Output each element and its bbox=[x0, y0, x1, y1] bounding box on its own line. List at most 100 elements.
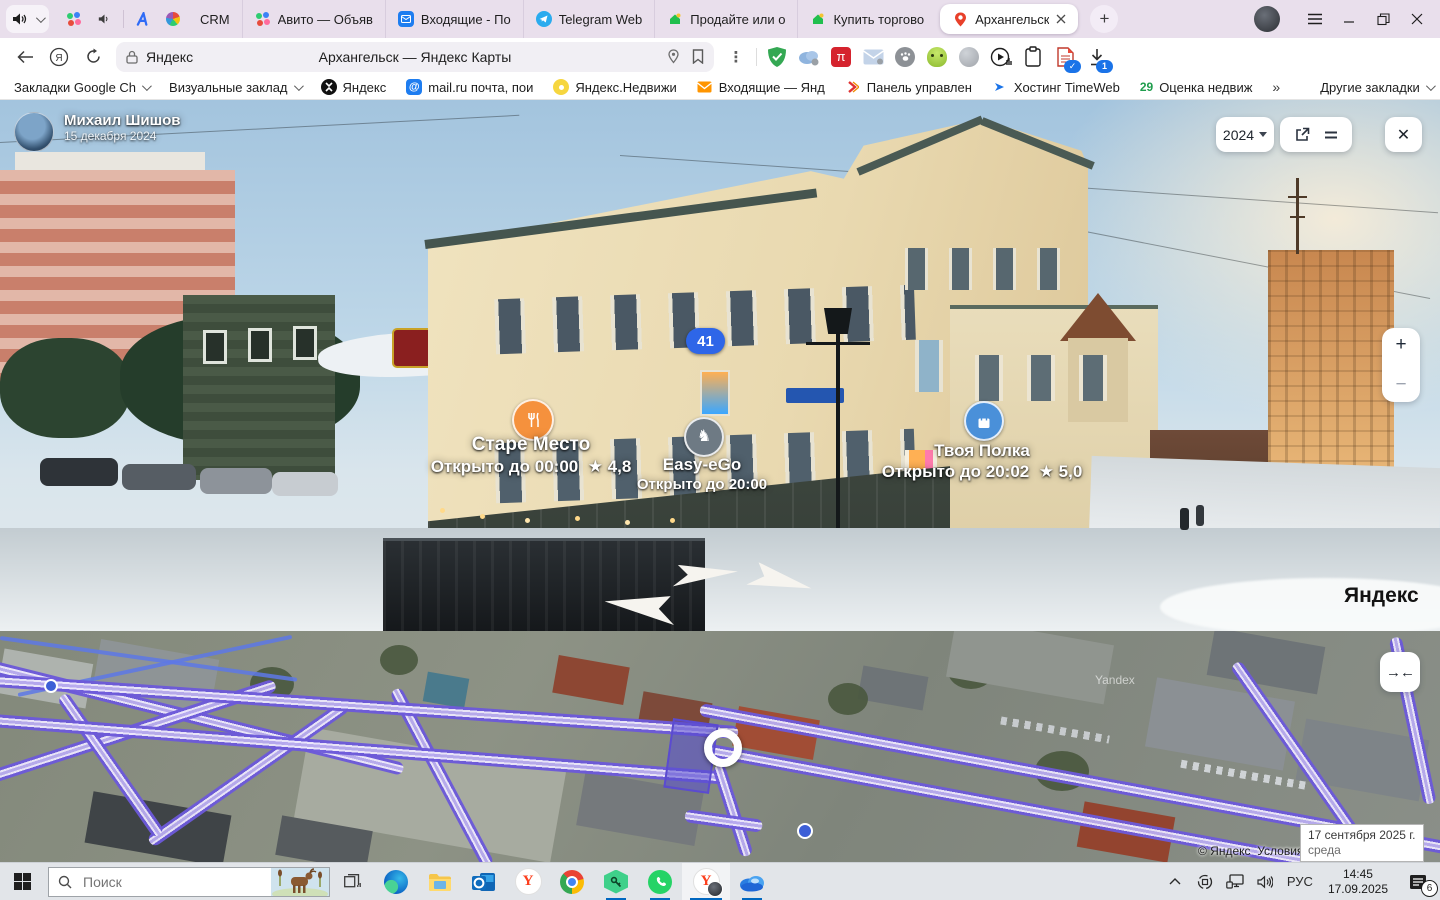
bookmark-panel[interactable]: Панель управлен bbox=[845, 79, 972, 95]
extension-pikabu[interactable]: π bbox=[828, 44, 854, 70]
global-mute-control[interactable] bbox=[6, 5, 49, 33]
window-close-button[interactable] bbox=[1400, 4, 1434, 34]
profile-avatar[interactable] bbox=[1254, 6, 1280, 32]
url-field[interactable]: Яндекс Архангельск — Яндекс Карты bbox=[116, 42, 714, 72]
close-icon[interactable] bbox=[1056, 14, 1066, 24]
chevron-down-icon[interactable] bbox=[36, 13, 46, 23]
refresh-button[interactable] bbox=[76, 42, 110, 72]
taskbar-app-edge[interactable] bbox=[374, 863, 418, 900]
author-avatar[interactable] bbox=[14, 112, 54, 152]
zoom-in-button[interactable]: + bbox=[1395, 338, 1406, 352]
tab-buy[interactable]: Купить торгово bbox=[798, 0, 936, 38]
back-button[interactable] bbox=[8, 42, 42, 72]
tray-volume-icon[interactable] bbox=[1250, 863, 1280, 900]
divider bbox=[756, 48, 757, 66]
search-highlight-moose-image[interactable] bbox=[271, 868, 329, 896]
taskbar-search[interactable] bbox=[48, 867, 330, 897]
taskbar-app-whatsapp[interactable] bbox=[638, 863, 682, 900]
zoom-out-button[interactable]: − bbox=[1395, 378, 1406, 392]
car bbox=[200, 468, 272, 494]
tab-inbox[interactable]: Входящие - По bbox=[386, 0, 524, 38]
telegram-icon bbox=[536, 11, 552, 27]
task-view-icon bbox=[344, 874, 361, 889]
bookmark-folder-visual[interactable]: Визуальные заклад bbox=[169, 80, 300, 95]
task-view-button[interactable] bbox=[330, 863, 374, 900]
bookmark-icon[interactable] bbox=[692, 49, 704, 64]
pinned-tab-yandex[interactable] bbox=[59, 5, 89, 33]
window-minimize-button[interactable] bbox=[1332, 4, 1366, 34]
map-point-marker[interactable] bbox=[797, 823, 813, 839]
extension-player[interactable] bbox=[988, 44, 1014, 70]
pinned-tab-pie[interactable] bbox=[158, 5, 188, 33]
close-panorama-button[interactable]: ✕ bbox=[1385, 117, 1422, 152]
poi-status: Открыто до 20:02 ★ 5,0 bbox=[852, 462, 1112, 482]
bookmarks-overflow-button[interactable]: » bbox=[1272, 79, 1280, 95]
extension-clipboard[interactable] bbox=[1020, 44, 1046, 70]
taskbar-app-yandex-browser[interactable]: Y bbox=[506, 863, 550, 900]
year-value: 2024 bbox=[1223, 127, 1254, 143]
pinned-tab-audio[interactable] bbox=[89, 5, 119, 33]
yandex-search-button[interactable]: Я bbox=[42, 42, 76, 72]
bookmark-inbox[interactable]: Входящие — Янд bbox=[697, 79, 825, 95]
start-button[interactable] bbox=[0, 863, 44, 900]
geo-pin-icon[interactable] bbox=[667, 49, 680, 64]
fork-knife-icon bbox=[526, 412, 541, 428]
tray-network-icon[interactable] bbox=[1220, 863, 1250, 900]
taskbar-app-outlook[interactable] bbox=[462, 863, 506, 900]
tray-expand-button[interactable] bbox=[1160, 863, 1190, 900]
house-number-badge[interactable]: 41 bbox=[686, 328, 725, 354]
extensions-kebab-button[interactable]: ⋮ bbox=[723, 44, 749, 70]
window-maximize-button[interactable] bbox=[1366, 4, 1400, 34]
map-point-marker[interactable] bbox=[44, 679, 58, 693]
tray-clock[interactable]: 14:45 17.09.2025 bbox=[1320, 867, 1396, 897]
taskbar-app-yandex-active[interactable]: Y bbox=[682, 863, 730, 900]
tray-app-icon[interactable] bbox=[1190, 863, 1220, 900]
extension-adguard[interactable] bbox=[764, 44, 790, 70]
copyright-text[interactable]: © Яндекс bbox=[1198, 844, 1251, 858]
chevron-down-icon bbox=[293, 81, 303, 91]
poi-name[interactable]: Старе Место bbox=[421, 434, 641, 456]
tab-sell[interactable]: Продайте или о bbox=[655, 0, 798, 38]
bookmark-mailru[interactable]: @mail.ru почта, пои bbox=[406, 79, 533, 95]
other-bookmarks-button[interactable]: Другие закладки bbox=[1320, 80, 1433, 95]
bookmark-label: Другие закладки bbox=[1320, 80, 1420, 95]
tray-language[interactable]: РУС bbox=[1280, 863, 1320, 900]
bookmark-yandex[interactable]: Яндекс bbox=[321, 79, 387, 95]
collapse-minimap-button[interactable]: →← bbox=[1380, 652, 1420, 692]
year-selector[interactable]: 2024 bbox=[1216, 117, 1274, 152]
bookmark-ocenka[interactable]: 29Оценка недвиж bbox=[1140, 80, 1253, 95]
extension-mail[interactable] bbox=[860, 44, 886, 70]
taskbar-app-keepass[interactable] bbox=[594, 863, 638, 900]
taskbar-app-chrome[interactable] bbox=[550, 863, 594, 900]
downloads-button[interactable]: 1 bbox=[1084, 44, 1110, 70]
poi-name[interactable]: Easy-eGo bbox=[612, 455, 792, 475]
speaker-icon bbox=[1257, 875, 1273, 889]
panorama-viewport[interactable]: Михаил Шишов 15 декабря 2024 2024 ✕ + − … bbox=[0, 100, 1440, 631]
browser-menu-button[interactable] bbox=[1298, 4, 1332, 34]
poi-name[interactable]: Твоя Полка bbox=[882, 441, 1082, 461]
poi-shop-icon[interactable] bbox=[964, 401, 1004, 441]
tab-telegram[interactable]: Telegram Web bbox=[524, 0, 656, 38]
tab-crm[interactable]: CRM bbox=[188, 0, 243, 38]
pinned-tab-avito[interactable] bbox=[128, 5, 158, 33]
tab-avito[interactable]: Авито — Объяв bbox=[243, 0, 386, 38]
panorama-position-marker[interactable] bbox=[704, 729, 742, 767]
taskbar-app-explorer[interactable] bbox=[418, 863, 462, 900]
share-icon[interactable] bbox=[1295, 127, 1310, 142]
equals-menu-icon[interactable] bbox=[1324, 130, 1338, 140]
poi-toys-icon[interactable]: ♞ bbox=[684, 417, 724, 457]
bookmark-folder-google[interactable]: Закладки Google Ch bbox=[14, 80, 149, 95]
extension-doc-check[interactable]: ✓ bbox=[1052, 44, 1078, 70]
extension-cloud[interactable] bbox=[796, 44, 822, 70]
extension-paw[interactable] bbox=[892, 44, 918, 70]
extension-grey[interactable] bbox=[956, 44, 982, 70]
new-tab-button[interactable]: + bbox=[1090, 5, 1118, 33]
minimap-viewport[interactable]: Yandex →← © Яндекс Условия и 17 сентября… bbox=[0, 631, 1440, 862]
tab-arkhangelsk-active[interactable]: Архангельск bbox=[940, 4, 1078, 34]
bookmark-realty[interactable]: Яндекс.Недвижи bbox=[553, 79, 676, 95]
search-input[interactable] bbox=[81, 873, 271, 891]
extension-monster[interactable] bbox=[924, 44, 950, 70]
notification-center-button[interactable]: 6 bbox=[1396, 863, 1440, 900]
bookmark-timeweb[interactable]: Хостинг TimeWeb bbox=[992, 79, 1120, 95]
taskbar-app-cloud[interactable] bbox=[730, 863, 774, 900]
